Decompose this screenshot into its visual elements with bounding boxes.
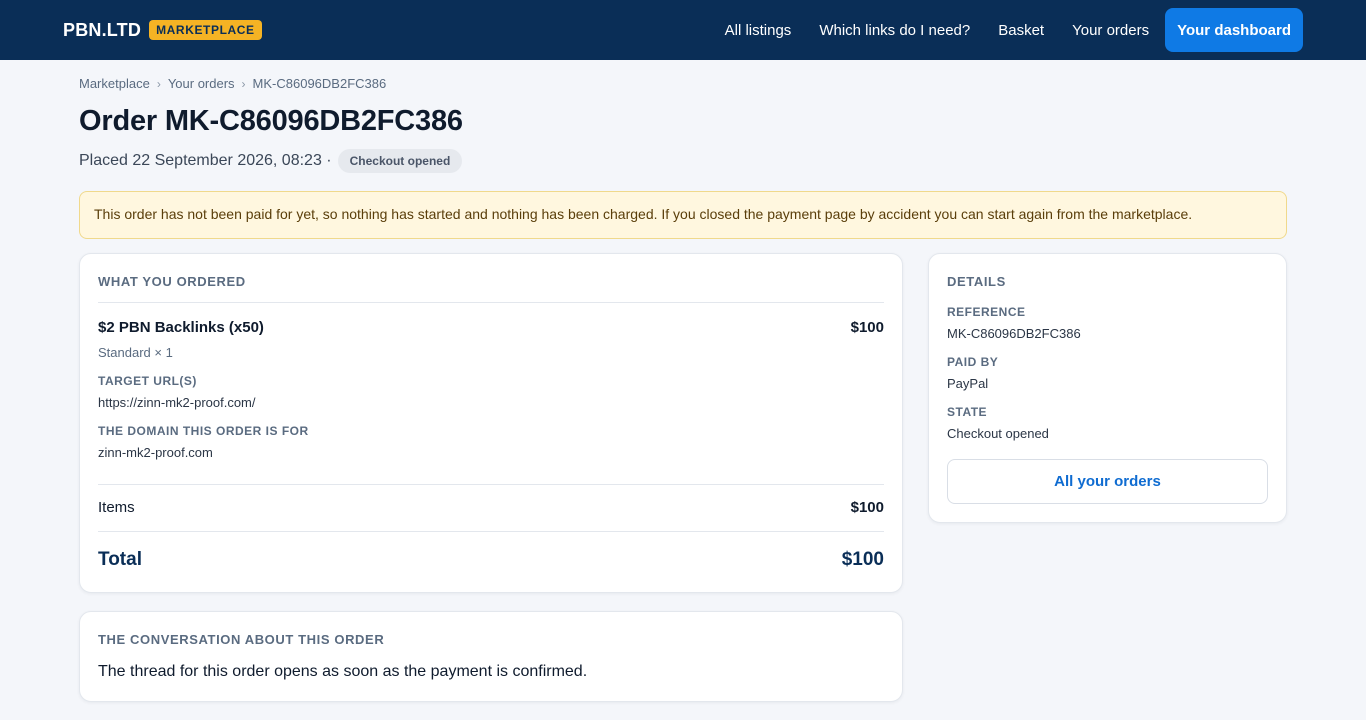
paid-by-value: PayPal <box>947 376 989 391</box>
main-content: Marketplace › Your orders › MK-C86096DB2… <box>0 60 1366 702</box>
items-value: $100 <box>850 499 884 516</box>
reference-value: MK-C86096DB2FC386 <box>947 326 1081 341</box>
paid-by-label: PAID BY <box>947 355 999 369</box>
reference-label: REFERENCE <box>947 305 1026 319</box>
nav-which-links[interactable]: Which links do I need? <box>805 22 984 39</box>
item-price: $100 <box>850 319 884 336</box>
conversation-card: THE CONVERSATION ABOUT THIS ORDER The th… <box>79 611 903 702</box>
unpaid-notice: This order has not been paid for yet, so… <box>79 191 1287 239</box>
breadcrumb-your-orders[interactable]: Your orders <box>168 76 235 91</box>
conversation-heading: THE CONVERSATION ABOUT THIS ORDER <box>98 632 385 647</box>
nav-basket[interactable]: Basket <box>984 22 1058 39</box>
right-column: DETAILS REFERENCE MK-C86096DB2FC386 PAID… <box>928 253 1287 523</box>
conversation-text: The thread for this order opens as soon … <box>98 663 588 680</box>
breadcrumb-separator: › <box>156 76 161 91</box>
domain-label: THE DOMAIN THIS ORDER IS FOR <box>98 424 309 438</box>
total-label: Total <box>98 549 142 570</box>
breadcrumb: Marketplace › Your orders › MK-C86096DB2… <box>79 76 1287 91</box>
items-label: Items <box>98 499 135 516</box>
brand-logo-text[interactable]: PBN.LTD <box>63 20 141 41</box>
breadcrumb-marketplace[interactable]: Marketplace <box>79 76 150 91</box>
total-value: $100 <box>841 549 884 570</box>
target-url-label: TARGET URL(S) <box>98 374 197 388</box>
target-url-value: https://zinn-mk2-proof.com/ <box>98 395 256 410</box>
details-card: DETAILS REFERENCE MK-C86096DB2FC386 PAID… <box>928 253 1287 523</box>
status-badge: Checkout opened <box>337 149 463 173</box>
item-name: $2 PBN Backlinks (x50) <box>98 319 264 336</box>
content-grid: WHAT YOU ORDERED $2 PBN Backlinks (x50) … <box>79 253 1287 702</box>
state-label: STATE <box>947 405 988 419</box>
total-row: Total $100 <box>98 531 884 574</box>
placed-date: Placed 22 September 2026, 08:23 · <box>79 152 332 169</box>
details-heading: DETAILS <box>947 274 1006 289</box>
left-column: WHAT YOU ORDERED $2 PBN Backlinks (x50) … <box>79 253 903 702</box>
order-item-row: $2 PBN Backlinks (x50) $100 <box>98 319 884 336</box>
domain-value: zinn-mk2-proof.com <box>98 445 213 460</box>
page-title: Order MK-C86096DB2FC386 <box>79 105 463 137</box>
items-subtotal-row: Items $100 <box>98 484 884 531</box>
all-your-orders-button[interactable]: All your orders <box>947 459 1268 504</box>
item-variant: Standard × 1 <box>98 345 173 360</box>
breadcrumb-separator: › <box>241 76 246 91</box>
marketplace-badge: MARKETPLACE <box>149 20 262 40</box>
nav-your-orders[interactable]: Your orders <box>1058 22 1163 39</box>
breadcrumb-current-order: MK-C86096DB2FC386 <box>252 76 387 91</box>
your-dashboard-button[interactable]: Your dashboard <box>1165 8 1303 52</box>
main-nav: All listings Which links do I need? Bask… <box>711 8 1303 52</box>
order-summary-card: WHAT YOU ORDERED $2 PBN Backlinks (x50) … <box>79 253 903 593</box>
order-meta: Placed 22 September 2026, 08:23 · Checko… <box>79 149 1287 173</box>
brand[interactable]: PBN.LTD MARKETPLACE <box>63 20 262 41</box>
top-navigation-bar: PBN.LTD MARKETPLACE All listings Which l… <box>0 0 1366 60</box>
state-value: Checkout opened <box>947 426 1049 441</box>
order-summary-heading: WHAT YOU ORDERED <box>98 274 884 303</box>
nav-all-listings[interactable]: All listings <box>711 22 806 39</box>
